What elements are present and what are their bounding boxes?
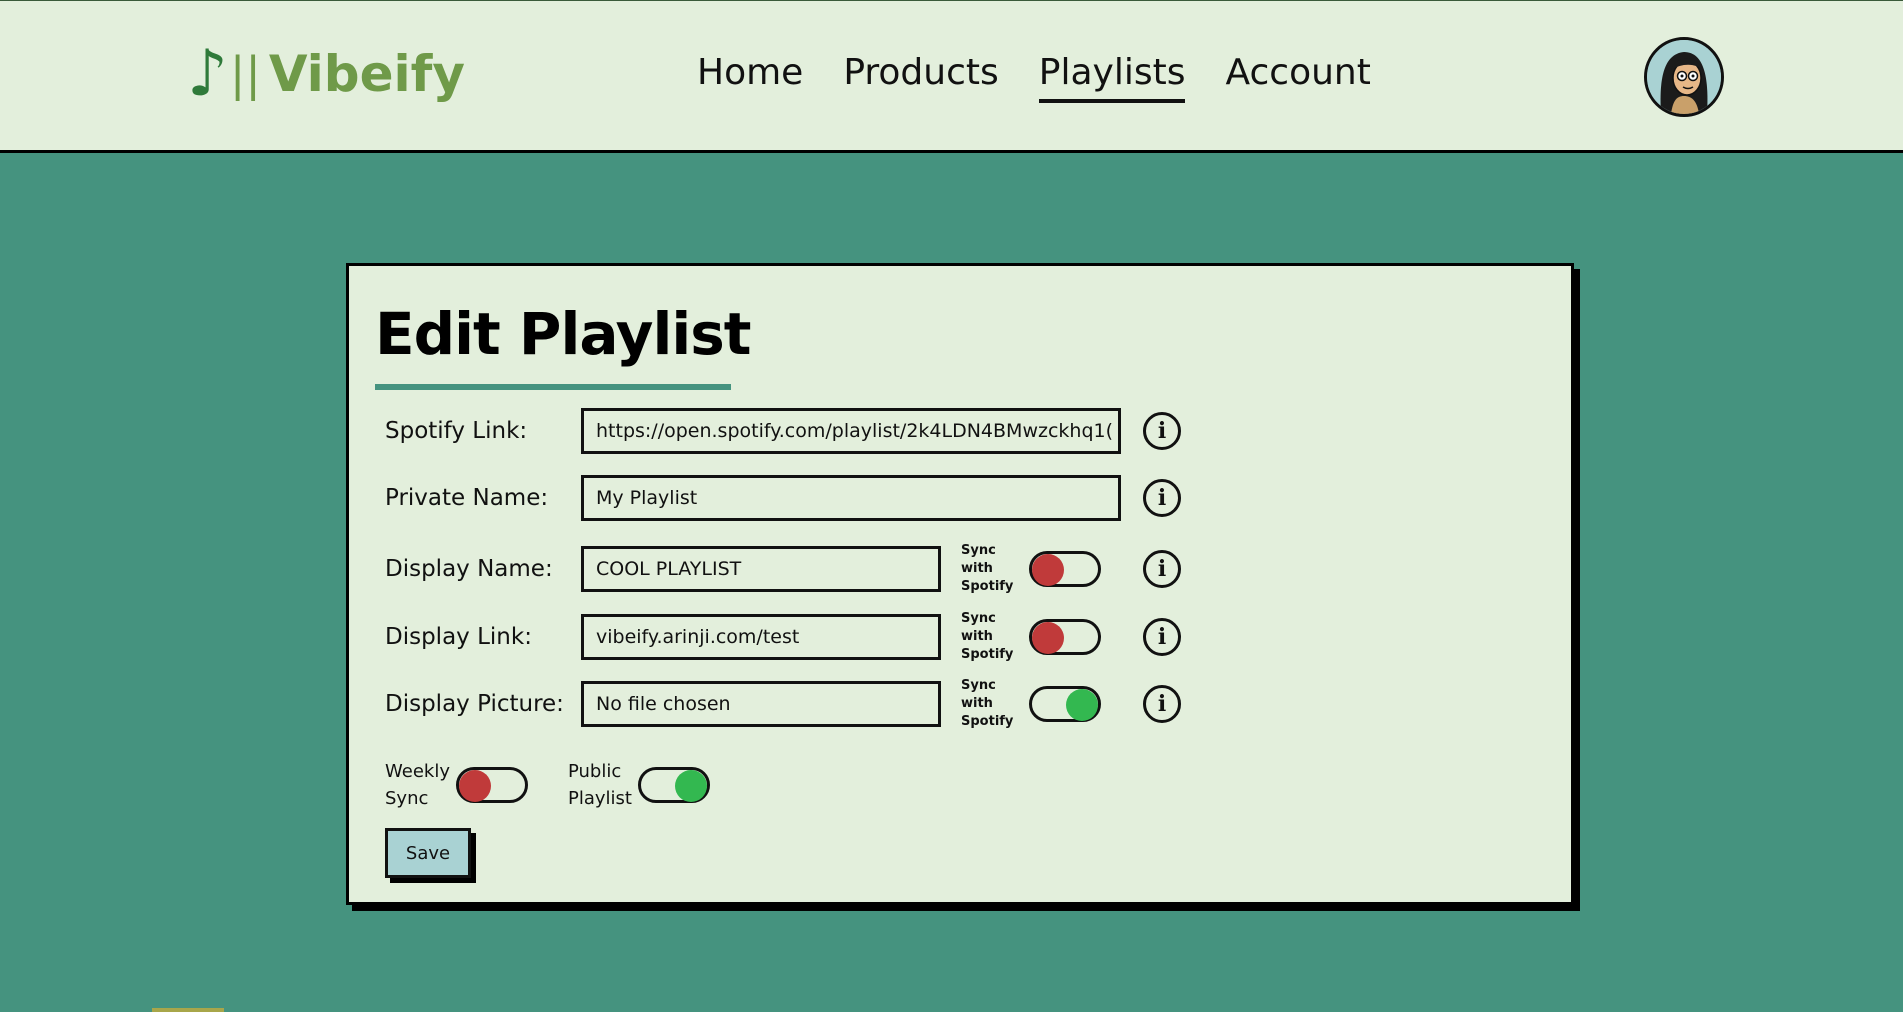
page-title: Edit Playlist [375, 300, 751, 368]
music-note-icon: ♪ [187, 37, 228, 111]
save-button[interactable]: Save [385, 828, 471, 878]
info-icon[interactable]: i [1143, 412, 1181, 450]
spotify-link-row: Spotify Link: https://open.spotify.com/p… [385, 408, 1181, 454]
vibeify-logo[interactable]: ♪ || Vibeify [187, 41, 465, 107]
weekly-sync-label: Weekly Sync [385, 761, 450, 809]
display-name-label: Display Name: [385, 556, 553, 582]
info-icon[interactable]: i [1143, 685, 1181, 723]
sync-label: Sync with Spotify [961, 611, 1014, 662]
toggle-knob [1032, 622, 1064, 654]
private-name-row: Private Name: My Playlist i [385, 475, 1181, 521]
logo-text: Vibeify [268, 45, 465, 103]
nav-account[interactable]: Account [1225, 49, 1370, 103]
toggle-knob [674, 770, 707, 802]
sync-label: Sync with Spotify [961, 678, 1014, 729]
info-icon[interactable]: i [1143, 550, 1181, 588]
avatar[interactable] [1644, 37, 1724, 117]
logo-bars: || [229, 47, 261, 101]
display-link-input[interactable]: vibeify.arinji.com/test [581, 614, 941, 660]
spotify-link-label: Spotify Link: [385, 418, 528, 444]
private-name-input[interactable]: My Playlist [581, 475, 1121, 521]
sync-label: Sync with Spotify [961, 543, 1014, 594]
display-picture-sync-toggle[interactable] [1029, 686, 1101, 722]
public-playlist-toggle[interactable] [637, 767, 710, 803]
display-link-label: Display Link: [385, 624, 532, 650]
nav-home[interactable]: Home [697, 49, 803, 103]
public-playlist-label: Public Playlist [567, 761, 632, 809]
display-name-row: Display Name: COOL PLAYLIST Sync with Sp… [385, 542, 1181, 596]
info-icon[interactable]: i [1143, 479, 1181, 517]
bottom-toggles: Weekly Sync Public Playlist [385, 758, 710, 812]
display-picture-file-input[interactable]: No file chosen [581, 681, 941, 727]
toggle-knob [458, 770, 491, 802]
title-underline [375, 384, 731, 390]
private-name-label: Private Name: [385, 485, 549, 511]
display-name-sync-toggle[interactable] [1029, 551, 1101, 587]
bottom-accent [152, 1008, 224, 1012]
nav-products[interactable]: Products [843, 49, 998, 103]
display-link-sync-toggle[interactable] [1029, 619, 1101, 655]
display-name-input[interactable]: COOL PLAYLIST [581, 546, 941, 592]
spotify-link-input[interactable]: https://open.spotify.com/playlist/2k4LDN… [581, 408, 1121, 454]
weekly-sync-toggle[interactable] [455, 767, 528, 803]
toggle-knob [1032, 554, 1064, 586]
nav-playlists[interactable]: Playlists [1038, 49, 1186, 103]
toggle-knob [1066, 689, 1098, 721]
info-icon[interactable]: i [1143, 618, 1181, 656]
avatar-portrait-icon [1647, 40, 1721, 114]
display-link-row: Display Link: vibeify.arinji.com/test Sy… [385, 610, 1181, 664]
display-picture-label: Display Picture: [385, 691, 564, 717]
edit-playlist-card: Edit Playlist Spotify Link: https://open… [346, 263, 1574, 905]
main-nav: Home Products Playlists Account [697, 49, 1371, 103]
display-picture-row: Display Picture: No file chosen Sync wit… [385, 677, 1181, 731]
top-navbar: ♪ || Vibeify Home Products Playlists Acc… [0, 0, 1903, 153]
